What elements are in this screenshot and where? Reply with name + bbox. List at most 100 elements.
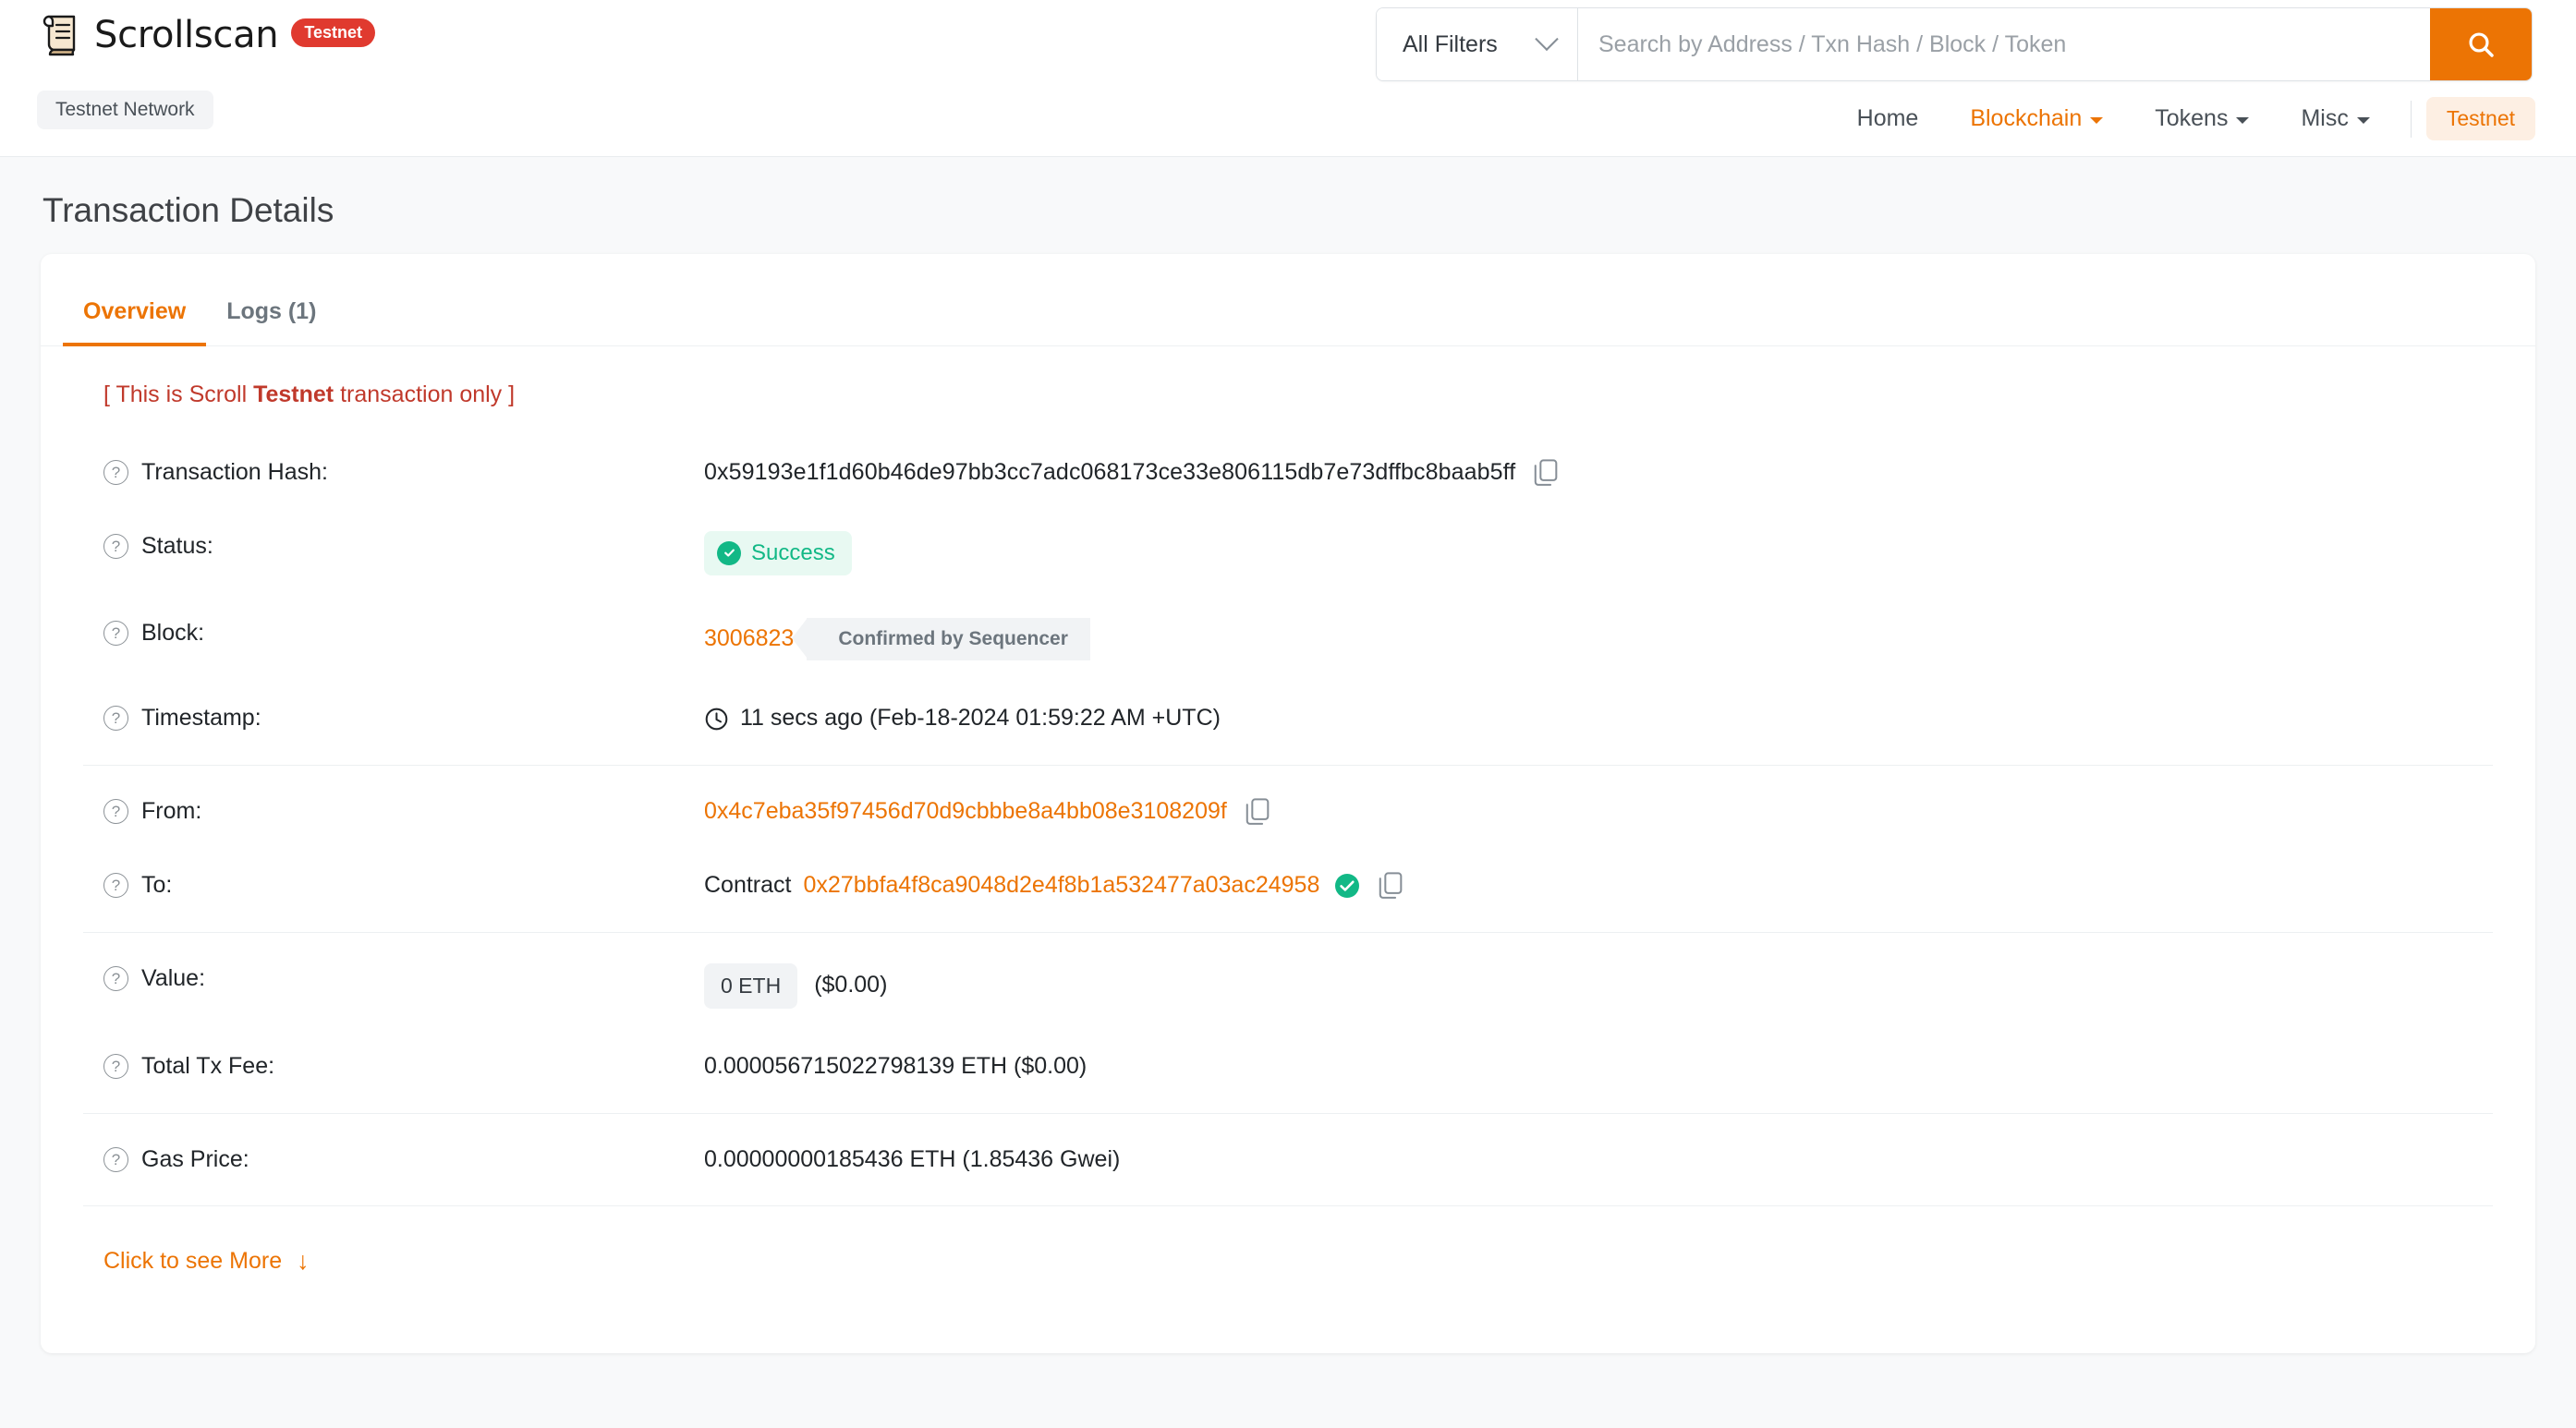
site-header: Scrollscan Testnet Testnet Network All F… <box>0 0 2576 157</box>
timestamp-text: 11 secs ago (Feb-18-2024 01:59:22 AM +UT… <box>740 705 1221 732</box>
row-to-value: Contract 0x27bbfa4f8ca9048d2e4f8b1a53247… <box>704 870 1403 902</box>
nav-item-blockchain[interactable]: Blockchain <box>1944 105 2129 132</box>
copy-icon[interactable] <box>1245 798 1270 826</box>
transaction-hash-text: 0x59193e1f1d60b46de97bb3cc7adc068173ce33… <box>704 459 1516 485</box>
row-to-label: ? To: <box>103 870 704 899</box>
testnet-notice-prefix: [ This is Scroll <box>103 381 254 407</box>
row-block-label: ? Block: <box>103 618 704 647</box>
row-status-label: ? Status: <box>103 531 704 560</box>
search-button[interactable] <box>2430 8 2532 80</box>
row-from-label-text: From: <box>141 798 202 825</box>
row-block-label-text: Block: <box>141 620 205 647</box>
help-icon[interactable]: ? <box>103 621 128 647</box>
tab-bar: Overview Logs (1) <box>41 254 2535 346</box>
section-divider <box>83 1112 2493 1114</box>
help-icon[interactable]: ? <box>103 1053 128 1079</box>
scrollscan-logo-icon <box>43 15 76 56</box>
row-from-label: ? From: <box>103 796 704 825</box>
filter-select[interactable]: All Filters <box>1377 8 1578 80</box>
copy-icon[interactable] <box>1534 459 1558 487</box>
testnet-notice: [ This is Scroll Testnet transaction onl… <box>83 346 2493 436</box>
brand-name: Scrollscan <box>94 14 279 56</box>
search-icon <box>2469 32 2494 57</box>
row-value-content: 0 ETH ($0.00) <box>704 962 888 1009</box>
row-gas-price-label: ? Gas Price: <box>103 1144 704 1173</box>
row-gas-price: ? Gas Price: 0.00000000185436 ETH (1.854… <box>83 1123 2493 1197</box>
filter-select-label: All Filters <box>1403 30 1498 57</box>
row-to: ? To: Contract 0x27bbfa4f8ca9048d2e4f8b1… <box>83 849 2493 923</box>
row-status-label-text: Status: <box>141 532 213 559</box>
value-amount-chip: 0 ETH <box>704 962 798 1009</box>
chevron-down-icon <box>2090 117 2104 124</box>
block-confirmation-chip: Confirmed by Sequencer <box>792 618 1090 661</box>
row-total-tx-fee-label-text: Total Tx Fee: <box>141 1052 275 1079</box>
status-badge: Success <box>704 530 852 576</box>
row-transaction-hash: ? Transaction Hash: 0x59193e1f1d60b46de9… <box>83 436 2493 510</box>
transaction-details-card: Overview Logs (1) [ This is Scroll Testn… <box>41 254 2535 1353</box>
value-fiat-text: ($0.00) <box>814 972 888 998</box>
search-input[interactable] <box>1578 8 2430 80</box>
tab-overview[interactable]: Overview <box>63 298 207 346</box>
row-gas-price-label-text: Gas Price: <box>141 1145 249 1172</box>
help-icon[interactable]: ? <box>103 872 128 898</box>
nav-item-tokens-label: Tokens <box>2155 105 2229 131</box>
network-chip[interactable]: Testnet Network <box>37 91 213 129</box>
overview-panel: [ This is Scroll Testnet transaction onl… <box>41 346 2535 1303</box>
brand-testnet-badge: Testnet <box>291 18 376 48</box>
help-icon[interactable]: ? <box>103 799 128 825</box>
main-nav: Home Blockchain Tokens Misc Testnet <box>1831 97 2535 140</box>
section-divider <box>83 1205 2493 1207</box>
tab-overview-label: Overview <box>83 298 187 324</box>
row-timestamp-value: 11 secs ago (Feb-18-2024 01:59:22 AM +UT… <box>704 703 1221 734</box>
testnet-notice-emphasis: Testnet <box>253 381 334 407</box>
row-from-value: 0x4c7eba35f97456d70d9cbbbe8a4bb08e310820… <box>704 796 1270 828</box>
verified-contract-icon <box>1334 873 1360 899</box>
to-contract-label: Contract <box>704 871 792 898</box>
status-badge-label: Success <box>751 539 835 565</box>
row-gas-price-value: 0.00000000185436 ETH (1.85436 Gwei) <box>704 1145 1121 1172</box>
block-number-link[interactable]: 3006823 <box>704 623 794 655</box>
row-status-value: Success <box>704 530 852 576</box>
chevron-down-icon <box>1535 27 1559 52</box>
help-icon[interactable]: ? <box>103 533 128 559</box>
row-transaction-hash-label: ? Transaction Hash: <box>103 457 704 486</box>
row-timestamp-label: ? Timestamp: <box>103 703 704 732</box>
help-icon[interactable]: ? <box>103 706 128 732</box>
to-address-link[interactable]: 0x27bbfa4f8ca9048d2e4f8b1a532477a03ac249… <box>803 870 1319 902</box>
chevron-down-icon <box>2236 117 2250 124</box>
search-bar: All Filters <box>1376 7 2533 81</box>
click-to-see-more-label: Click to see More <box>103 1248 283 1275</box>
nav-item-misc[interactable]: Misc <box>2275 105 2395 132</box>
copy-icon[interactable] <box>1379 872 1403 900</box>
row-from: ? From: 0x4c7eba35f97456d70d9cbbbe8a4bb0… <box>83 775 2493 849</box>
row-value-label-text: Value: <box>141 964 206 991</box>
row-total-tx-fee-value: 0.000056715022798139 ETH ($0.00) <box>704 1052 1088 1079</box>
click-to-see-more-button[interactable]: Click to see More ↓ <box>83 1216 2493 1303</box>
row-total-tx-fee-label: ? Total Tx Fee: <box>103 1051 704 1080</box>
row-timestamp-label-text: Timestamp: <box>141 705 261 732</box>
row-total-tx-fee: ? Total Tx Fee: 0.000056715022798139 ETH… <box>83 1030 2493 1104</box>
help-icon[interactable]: ? <box>103 460 128 485</box>
row-transaction-hash-label-text: Transaction Hash: <box>141 459 328 485</box>
brand[interactable]: Scrollscan Testnet <box>41 13 376 57</box>
chevron-down-icon <box>2356 117 2370 124</box>
nav-item-home-label: Home <box>1856 105 1919 131</box>
nav-item-home[interactable]: Home <box>1831 105 1945 132</box>
from-address-link[interactable]: 0x4c7eba35f97456d70d9cbbbe8a4bb08e310820… <box>704 796 1227 828</box>
network-switcher-badge[interactable]: Testnet <box>2425 97 2535 140</box>
row-transaction-hash-value: 0x59193e1f1d60b46de97bb3cc7adc068173ce33… <box>704 457 1558 489</box>
tab-logs[interactable]: Logs (1) <box>206 298 336 345</box>
testnet-notice-suffix: transaction only ] <box>334 381 516 407</box>
row-block-value: 3006823 Confirmed by Sequencer <box>704 618 1090 661</box>
row-value: ? Value: 0 ETH ($0.00) <box>83 942 2493 1030</box>
row-block: ? Block: 3006823 Confirmed by Sequencer <box>83 597 2493 682</box>
clock-icon <box>704 707 729 732</box>
nav-item-misc-label: Misc <box>2301 105 2349 131</box>
arrow-down-icon: ↓ <box>297 1247 310 1276</box>
nav-item-tokens[interactable]: Tokens <box>2129 105 2275 132</box>
row-status: ? Status: Success <box>83 510 2493 597</box>
help-icon[interactable]: ? <box>103 1146 128 1172</box>
tab-logs-label: Logs (1) <box>226 298 317 324</box>
section-divider <box>83 931 2493 933</box>
help-icon[interactable]: ? <box>103 965 128 991</box>
